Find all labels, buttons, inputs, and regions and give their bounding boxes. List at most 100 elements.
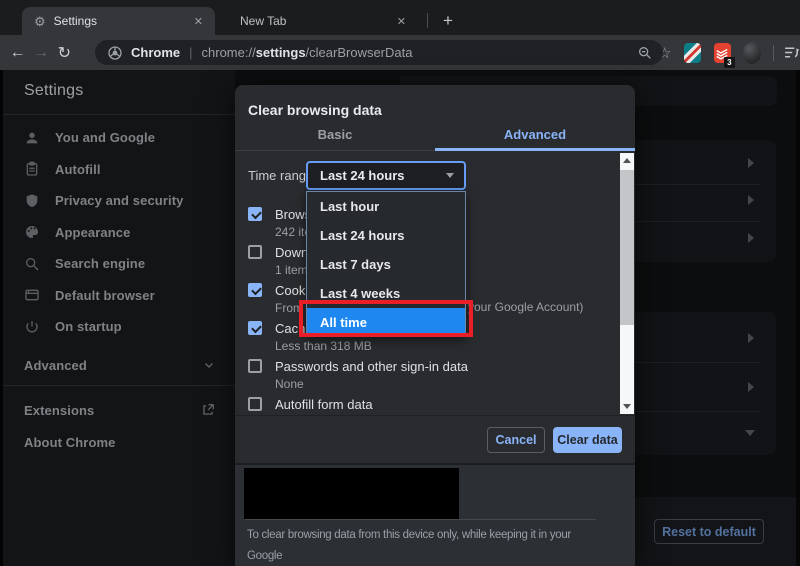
- sidebar-item-label: On startup: [55, 319, 122, 334]
- sidebar-item-label: Advanced: [24, 358, 203, 373]
- back-button[interactable]: ←: [6, 44, 29, 62]
- cancel-button[interactable]: Cancel: [487, 427, 545, 453]
- cached-images-checkbox[interactable]: [248, 321, 262, 335]
- window-edge: [796, 70, 800, 566]
- row-subtext: 1 item: [275, 263, 308, 277]
- sidebar-item-advanced[interactable]: Advanced: [0, 351, 235, 379]
- checkbox-row-autofill: Autofill form data: [248, 397, 593, 415]
- person-icon: [24, 130, 40, 146]
- download-history-checkbox[interactable]: [248, 245, 262, 259]
- new-tab-button[interactable]: +: [436, 9, 460, 33]
- tab-strip: ⚙ Settings ✕ New Tab ✕ +: [0, 0, 800, 35]
- chrome-logo-icon: [107, 45, 123, 61]
- passwords-checkbox[interactable]: [248, 359, 262, 373]
- redacted-block: [244, 468, 459, 519]
- sidebar-item-label: Extensions: [24, 403, 201, 418]
- sidebar-item-you-and-google[interactable]: You and Google: [0, 122, 235, 154]
- extension-icon[interactable]: [684, 43, 701, 63]
- clear-data-button[interactable]: Clear data: [553, 427, 622, 453]
- row-subtext-fragment: your Google Account): [468, 300, 583, 314]
- background-bottom-card: Reset to default: [635, 497, 800, 566]
- autofill-checkbox[interactable]: [248, 397, 262, 411]
- chevron-right-icon: [748, 333, 754, 343]
- settings-sidebar: Settings You and Google Autofill Privacy…: [0, 70, 235, 566]
- time-range-listbox: Last hourLast 24 hoursLast 7 daysLast 4 …: [306, 191, 466, 337]
- sidebar-item-label: Default browser: [55, 288, 155, 303]
- settings-page: Reset to default Settings You and Google…: [0, 70, 800, 566]
- sidebar-item-on-startup[interactable]: On startup: [0, 311, 235, 343]
- close-icon[interactable]: ✕: [393, 13, 410, 30]
- time-range-value: Last 24 hours: [320, 168, 446, 183]
- dropdown-option[interactable]: Last 24 hours: [307, 221, 465, 250]
- scrollbar-thumb[interactable]: [620, 170, 634, 325]
- row-subtext: None: [275, 377, 304, 391]
- sidebar-item-about-chrome[interactable]: About Chrome: [0, 428, 235, 456]
- browser-menu-icon[interactable]: [783, 44, 800, 61]
- time-range-select[interactable]: Last 24 hours: [306, 161, 466, 190]
- sidebar-item-privacy-and-security[interactable]: Privacy and security: [0, 185, 235, 217]
- chevron-right-icon: [748, 382, 754, 392]
- divider: [0, 114, 235, 115]
- clear-browsing-data-dialog: Clear browsing data Basic Advanced Time …: [235, 85, 635, 566]
- dropdown-option[interactable]: Last 7 days: [307, 250, 465, 279]
- cookies-checkbox[interactable]: [248, 283, 262, 297]
- tab-new-tab[interactable]: New Tab ✕: [222, 7, 418, 35]
- sidebar-item-extensions[interactable]: Extensions: [0, 396, 235, 424]
- chevron-right-icon: [748, 233, 754, 243]
- omnibox-app-label: Chrome: [131, 45, 180, 60]
- close-icon[interactable]: ✕: [190, 13, 207, 30]
- checkbox-row-passwords: Passwords and other sign-in data None: [248, 359, 593, 393]
- extension-badge: 3: [724, 57, 735, 68]
- sync-footnote: To clear browsing data from this device …: [247, 525, 587, 566]
- row-subtext: Less than 318 MB: [275, 339, 372, 353]
- address-bar[interactable]: Chrome | chrome://settings/clearBrowserD…: [95, 40, 663, 65]
- active-tab-indicator: [435, 148, 635, 151]
- chevron-down-icon: [203, 359, 215, 371]
- dropdown-option[interactable]: All time: [307, 308, 465, 337]
- todoist-extension-icon[interactable]: 3: [714, 43, 731, 63]
- forward-button[interactable]: →: [29, 44, 52, 62]
- zoom-icon[interactable]: [637, 45, 653, 61]
- browsing-history-checkbox[interactable]: [248, 207, 262, 221]
- sidebar-item-label: You and Google: [55, 130, 155, 145]
- dialog-footer: Cancel Clear data: [235, 415, 635, 463]
- browser-icon: [24, 287, 40, 303]
- scroll-up-arrow-icon[interactable]: [620, 153, 634, 168]
- chevron-right-icon: [748, 195, 754, 205]
- external-link-icon: [201, 403, 215, 417]
- tab-settings[interactable]: ⚙ Settings ✕: [22, 7, 215, 35]
- page-title: Settings: [24, 82, 83, 100]
- sidebar-item-label: Autofill: [55, 162, 101, 177]
- chevron-right-icon: [748, 158, 754, 168]
- dialog-content: Time range Last 24 hours Browsing histor…: [235, 152, 635, 415]
- toolbar: ← → ↻ Chrome | chrome://settings/clearBr…: [0, 35, 800, 70]
- dropdown-option[interactable]: Last hour: [307, 192, 465, 221]
- browser-window: ⚙ Settings ✕ New Tab ✕ + ← → ↻ Chrome | …: [0, 0, 800, 566]
- tab-title: New Tab: [240, 14, 393, 28]
- sidebar-item-search-engine[interactable]: Search engine: [0, 248, 235, 280]
- search-icon: [24, 256, 40, 272]
- autofill-icon: [24, 161, 40, 177]
- reload-button[interactable]: ↻: [53, 43, 76, 63]
- dialog-scrollbar[interactable]: [620, 153, 634, 414]
- time-range-label: Time range: [248, 168, 313, 183]
- divider: [0, 385, 235, 386]
- sidebar-item-appearance[interactable]: Appearance: [0, 217, 235, 249]
- shield-icon: [24, 193, 40, 209]
- power-icon: [24, 319, 40, 335]
- row-label: Passwords and other sign-in data: [275, 359, 468, 374]
- divider: [245, 519, 596, 520]
- tab-basic[interactable]: Basic: [235, 127, 435, 152]
- gear-icon: ⚙: [34, 15, 46, 28]
- tab-separator: [427, 13, 428, 28]
- sidebar-item-autofill[interactable]: Autofill: [0, 154, 235, 186]
- scroll-down-arrow-icon[interactable]: [620, 399, 634, 414]
- row-label: Autofill form data: [275, 397, 373, 412]
- dropdown-option[interactable]: Last 4 weeks: [307, 279, 465, 308]
- profile-avatar[interactable]: [743, 42, 761, 64]
- reset-to-default-button[interactable]: Reset to default: [654, 519, 764, 544]
- sidebar-item-default-browser[interactable]: Default browser: [0, 280, 235, 312]
- sidebar-item-label: Appearance: [55, 225, 130, 240]
- dialog-bottom-section: To clear browsing data from this device …: [235, 463, 635, 566]
- toolbar-separator: [773, 45, 774, 61]
